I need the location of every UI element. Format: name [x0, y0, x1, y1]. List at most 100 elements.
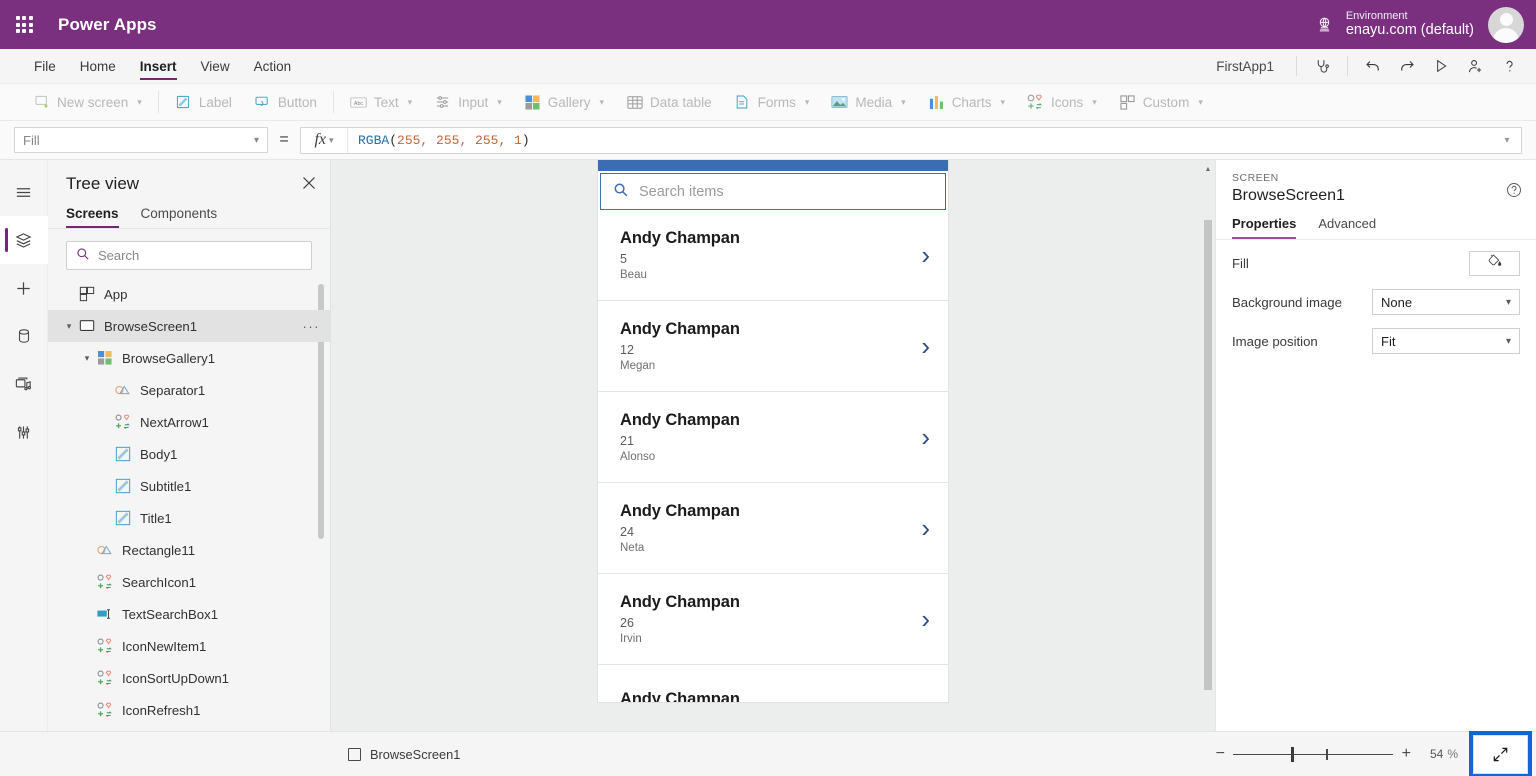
- gallery-item[interactable]: Andy Champan 21 Alonso ›: [598, 392, 948, 483]
- canvas-scroll-up-icon[interactable]: ▲: [1203, 166, 1213, 173]
- zoom-controls: − + 54 %: [1207, 730, 1536, 776]
- chevron-right-icon[interactable]: ›: [921, 515, 930, 541]
- fit-to-screen-button[interactable]: [1469, 730, 1532, 776]
- tab-properties[interactable]: Properties: [1232, 211, 1297, 239]
- gallery-item[interactable]: Andy Champan 12 Megan ›: [598, 301, 948, 392]
- tree-node-subtitle1[interactable]: Subtitle1: [48, 470, 330, 502]
- media-icon[interactable]: [0, 360, 48, 408]
- tab-components[interactable]: Components: [141, 202, 218, 228]
- ribbon-new-screen[interactable]: New screen ▾: [22, 89, 153, 115]
- chevron-right-icon[interactable]: ›: [921, 697, 930, 702]
- gallery-item[interactable]: Andy Champan 26 Irvin ›: [598, 574, 948, 665]
- insert-plus-icon[interactable]: [0, 264, 48, 312]
- gallery-item-subtitle: 5: [620, 252, 627, 266]
- fill-bucket-icon: [1487, 253, 1502, 273]
- ribbon-input[interactable]: Input ▾: [423, 89, 513, 115]
- zoom-slider[interactable]: [1233, 746, 1394, 762]
- environment-block[interactable]: Environment enayu.com (default): [1340, 10, 1488, 39]
- formula-input[interactable]: RGBA(255, 255, 255, 1): [348, 133, 1493, 148]
- menu-items: File Home Insert View Action: [0, 49, 303, 83]
- fx-button[interactable]: fx ▾: [301, 127, 348, 153]
- menu-item-view[interactable]: View: [189, 49, 242, 83]
- tree-node-more-icon[interactable]: ···: [303, 319, 321, 334]
- image-position-select[interactable]: Fit ▾: [1372, 328, 1520, 354]
- tree-node-title1[interactable]: Title1: [48, 502, 330, 534]
- search-input[interactable]: Search: [66, 241, 312, 270]
- tree-node-iconsortupdown1[interactable]: IconSortUpDown1: [48, 662, 330, 694]
- tree-node-iconrefresh1[interactable]: IconRefresh1: [48, 694, 330, 726]
- tree-node-rectangle11[interactable]: Rectangle11: [48, 534, 330, 566]
- help-question-icon[interactable]: [1492, 51, 1526, 81]
- tree-node-browsescreen1[interactable]: ▾ BrowseScreen1 ···: [48, 310, 330, 342]
- close-icon[interactable]: [302, 176, 316, 193]
- undo-icon[interactable]: [1356, 51, 1390, 81]
- chevron-right-icon[interactable]: ›: [921, 242, 930, 268]
- divider: [1296, 56, 1297, 76]
- tree-node-nextarrow1[interactable]: NextArrow1: [48, 406, 330, 438]
- ribbon-button-control[interactable]: Button: [243, 89, 328, 115]
- tree-node-searchicon1[interactable]: SearchIcon1: [48, 566, 330, 598]
- background-image-select[interactable]: None ▾: [1372, 289, 1520, 315]
- refresh-icon[interactable]: [843, 160, 860, 161]
- tree-view-layers-icon[interactable]: [0, 216, 48, 264]
- menu-item-insert[interactable]: Insert: [128, 49, 189, 83]
- tree-node-body1[interactable]: Body1: [48, 438, 330, 470]
- sort-icon[interactable]: [880, 160, 897, 161]
- tree-node-textsearchbox1[interactable]: TextSearchBox1: [48, 598, 330, 630]
- app-checker-stethoscope-icon[interactable]: [1305, 51, 1339, 81]
- gallery-item[interactable]: Andy Champan 24 Neta ›: [598, 483, 948, 574]
- zoom-out-button[interactable]: −: [1207, 746, 1233, 762]
- tab-screens[interactable]: Screens: [66, 202, 119, 228]
- formula-input-wrap[interactable]: fx ▾ RGBA(255, 255, 255, 1) ▾: [300, 126, 1522, 154]
- menu-item-file[interactable]: File: [22, 49, 68, 83]
- fill-color-button[interactable]: [1469, 250, 1520, 276]
- hamburger-menu-icon[interactable]: [0, 168, 48, 216]
- tree-node-separator1[interactable]: Separator1: [48, 374, 330, 406]
- gallery-search-input[interactable]: Search items: [600, 173, 946, 210]
- help-circle-icon[interactable]: [1506, 182, 1522, 203]
- status-screen-name: BrowseScreen1: [370, 746, 461, 762]
- ribbon-charts[interactable]: Charts ▾: [917, 89, 1016, 115]
- data-cylinder-icon[interactable]: [0, 312, 48, 360]
- ribbon-media[interactable]: Media ▾: [820, 89, 916, 115]
- tree-node-app[interactable]: App: [48, 278, 330, 310]
- menu-item-action[interactable]: Action: [242, 49, 304, 83]
- preview-play-icon[interactable]: [1424, 51, 1458, 81]
- status-screen-indicator[interactable]: BrowseScreen1: [348, 747, 460, 762]
- chevron-down-icon[interactable]: ▾: [62, 321, 76, 332]
- property-selector[interactable]: Fill ▾: [14, 127, 268, 153]
- formula-open-paren: (: [389, 132, 398, 148]
- ribbon-custom[interactable]: Custom ▾: [1108, 89, 1214, 115]
- tree-node-browsegallery1[interactable]: ▾ BrowseGallery1: [48, 342, 330, 374]
- zoom-in-button[interactable]: +: [1393, 746, 1419, 762]
- ribbon-label: Gallery: [547, 94, 591, 110]
- canvas-scrollbar[interactable]: [1203, 184, 1213, 729]
- ribbon-data-table[interactable]: Data table: [615, 89, 723, 115]
- chevron-down-icon[interactable]: ▾: [80, 353, 94, 364]
- chevron-right-icon[interactable]: ›: [921, 424, 930, 450]
- ribbon-text[interactable]: Abc Text ▾: [339, 89, 423, 115]
- gallery-item[interactable]: Andy Champan 5 Beau ›: [598, 210, 948, 301]
- ribbon-label-control[interactable]: Label: [164, 89, 243, 115]
- formula-expand-chevron-icon[interactable]: ▾: [1493, 135, 1521, 146]
- chevron-right-icon[interactable]: ›: [921, 606, 930, 632]
- avatar[interactable]: [1488, 6, 1524, 43]
- tab-advanced[interactable]: Advanced: [1318, 211, 1376, 239]
- add-icon[interactable]: [917, 160, 934, 161]
- ribbon-icons[interactable]: Icons ▾: [1016, 89, 1108, 115]
- waffle-grid-icon[interactable]: [0, 16, 48, 33]
- redo-icon[interactable]: [1390, 51, 1424, 81]
- canvas-scrollbar-thumb[interactable]: [1204, 220, 1212, 690]
- zoom-slider-thumb[interactable]: [1291, 747, 1294, 762]
- chevron-right-icon[interactable]: ›: [921, 333, 930, 359]
- tree-node-iconnewitem1[interactable]: IconNewItem1: [48, 630, 330, 662]
- ribbon-gallery[interactable]: Gallery ▾: [513, 89, 615, 115]
- ribbon-forms[interactable]: Forms ▾: [723, 89, 821, 115]
- gallery-item[interactable]: Andy Champan27 ›: [598, 665, 948, 702]
- menu-item-home[interactable]: Home: [68, 49, 128, 83]
- button-icon: [254, 94, 271, 111]
- chevron-down-icon: ▾: [599, 96, 605, 107]
- app-icon: [76, 286, 98, 302]
- advanced-tools-icon[interactable]: [0, 408, 48, 456]
- share-person-icon[interactable]: [1458, 51, 1492, 81]
